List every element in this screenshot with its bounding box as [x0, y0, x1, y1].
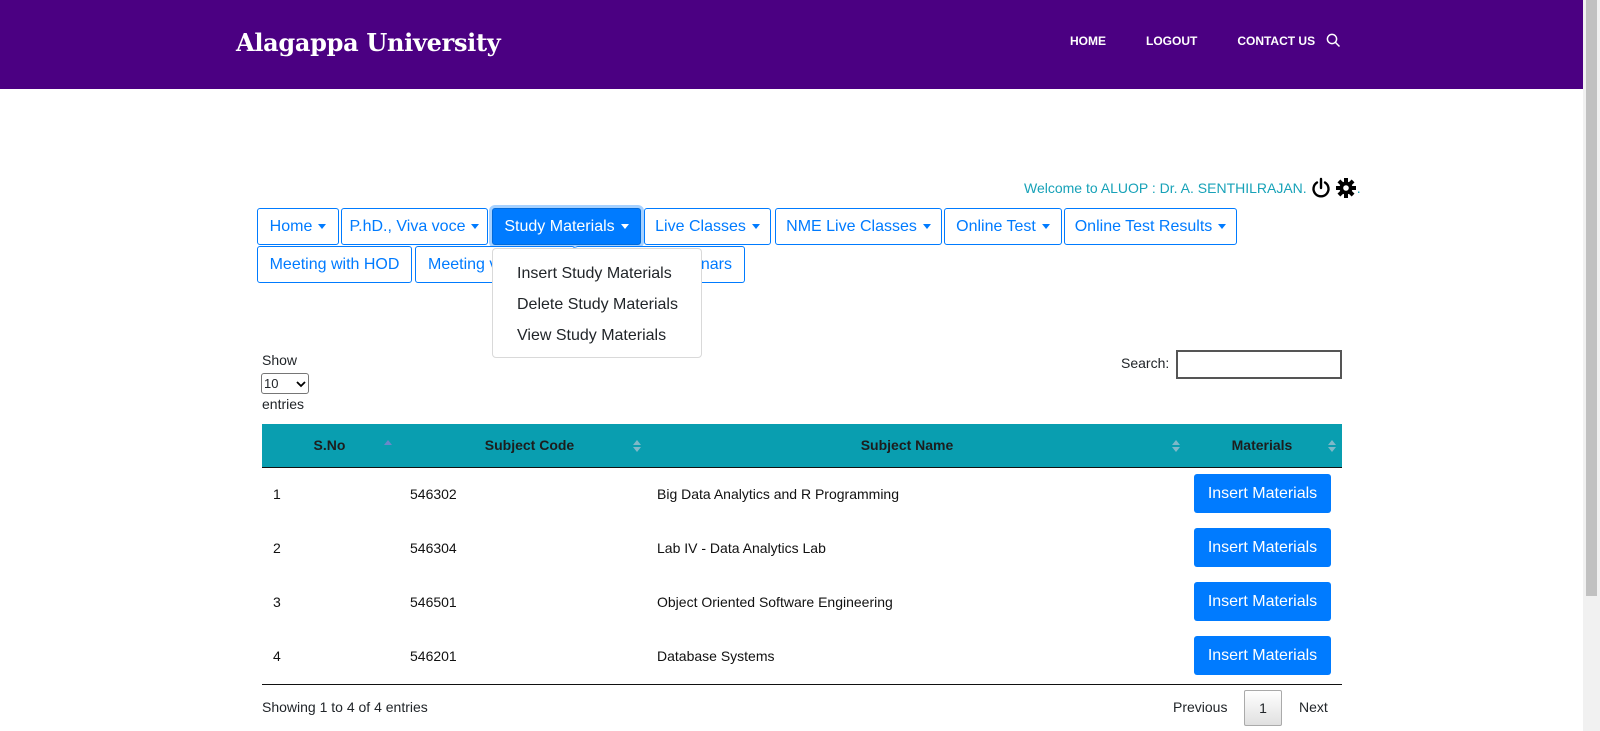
cell-subject-code: 546201	[410, 648, 457, 664]
show-label: Show	[262, 352, 298, 368]
menu-home-label: Home	[269, 217, 313, 235]
th-sno[interactable]: S.No	[262, 424, 397, 467]
page-scrollbar-thumb[interactable]	[1586, 0, 1597, 596]
welcome-text: Welcome to ALUOP : Dr. A. SENTHILRAJAN.	[1024, 180, 1307, 196]
menu-study-materials-label: Study Materials	[504, 217, 615, 235]
nav-logout[interactable]: LOGOUT	[1146, 33, 1197, 49]
table-search-input[interactable]	[1176, 350, 1342, 379]
welcome-bar: Welcome to ALUOP : Dr. A. SENTHILRAJAN. …	[1024, 177, 1361, 199]
cell-subject-name: Database Systems	[657, 648, 775, 664]
insert-materials-button[interactable]: Insert Materials	[1194, 528, 1331, 567]
menu-online-test-label: Online Test	[956, 217, 1036, 235]
sort-icon[interactable]	[633, 440, 641, 452]
dropdown-delete-study-materials[interactable]: Delete Study Materials	[493, 289, 701, 320]
cell-sno: 3	[273, 594, 281, 610]
welcome-trailing-dot: .	[1356, 180, 1361, 196]
menu-home-button[interactable]: Home	[257, 208, 339, 245]
menu-meeting-label: Meeting v	[428, 255, 498, 273]
caret-down-icon	[471, 224, 480, 229]
table-row: 2 546304 Lab IV - Data Analytics Lab Ins…	[262, 521, 1342, 575]
menu-online-test-button[interactable]: Online Test	[944, 208, 1062, 245]
entries-length-value: 10	[264, 376, 279, 391]
menu-phd-viva-label: P.hD., Viva voce	[349, 217, 466, 235]
site-brand[interactable]: Alagappa University	[236, 28, 501, 57]
insert-materials-button[interactable]: Insert Materials	[1194, 474, 1331, 513]
chevron-down-icon	[296, 380, 306, 387]
sort-icon[interactable]	[1172, 440, 1180, 452]
sort-icon[interactable]	[1328, 440, 1336, 452]
cell-subject-name: Lab IV - Data Analytics Lab	[657, 540, 826, 556]
menu-nme-live-classes-button[interactable]: NME Live Classes	[775, 208, 942, 245]
table-info: Showing 1 to 4 of 4 entries	[262, 699, 428, 715]
cell-subject-code: 546501	[410, 594, 457, 610]
insert-materials-button[interactable]: Insert Materials	[1194, 636, 1331, 675]
table-row: 4 546201 Database Systems Insert Materia…	[262, 629, 1342, 683]
cell-sno: 1	[273, 486, 281, 502]
caret-down-icon	[1041, 224, 1050, 229]
menu-nme-live-classes-label: NME Live Classes	[786, 217, 917, 235]
entries-length-select[interactable]: 10	[261, 373, 309, 394]
entries-label: entries	[262, 396, 305, 412]
caret-down-icon	[751, 224, 760, 229]
search-label: Search:	[1121, 355, 1170, 371]
cell-subject-name: Object Oriented Software Engineering	[657, 594, 893, 610]
caret-down-icon	[1218, 224, 1227, 229]
nav-home[interactable]: HOME	[1070, 33, 1106, 49]
menu-phd-viva-button[interactable]: P.hD., Viva voce	[341, 208, 488, 245]
search-icon[interactable]	[1326, 33, 1342, 49]
table-header: S.No Subject Code Subject Name Materials	[262, 424, 1342, 468]
top-header: Alagappa University HOME LOGOUT CONTACT …	[0, 0, 1583, 89]
menu-webinars-label: nars	[700, 255, 732, 273]
study-materials-dropdown: Insert Study Materials Delete Study Mate…	[492, 248, 702, 358]
pagination-page-1[interactable]: 1	[1244, 690, 1282, 726]
nav-contact-us[interactable]: CONTACT US	[1237, 33, 1315, 49]
th-materials[interactable]: Materials	[1187, 424, 1337, 467]
pagination-next[interactable]: Next	[1299, 699, 1328, 715]
menu-online-test-results-button[interactable]: Online Test Results	[1064, 208, 1237, 245]
th-subject-name[interactable]: Subject Name	[647, 424, 1167, 467]
table-bottom-border	[262, 684, 1342, 685]
cell-subject-name: Big Data Analytics and R Programming	[657, 486, 899, 502]
table-row: 3 546501 Object Oriented Software Engine…	[262, 575, 1342, 629]
dropdown-insert-study-materials[interactable]: Insert Study Materials	[493, 258, 701, 289]
table-row: 1 546302 Big Data Analytics and R Progra…	[262, 467, 1342, 521]
cell-subject-code: 546304	[410, 540, 457, 556]
dropdown-view-study-materials[interactable]: View Study Materials	[493, 320, 701, 351]
caret-down-icon	[922, 224, 931, 229]
pagination-previous[interactable]: Previous	[1173, 699, 1227, 715]
cell-subject-code: 546302	[410, 486, 457, 502]
cell-sno: 4	[273, 648, 281, 664]
top-nav: HOME LOGOUT CONTACT US	[1070, 33, 1339, 49]
th-subject-code[interactable]: Subject Code	[402, 424, 657, 467]
sort-asc-icon[interactable]	[384, 440, 392, 452]
menu-online-test-results-label: Online Test Results	[1074, 217, 1213, 235]
gear-icon[interactable]	[1335, 177, 1357, 199]
menu-meeting-hod-label: Meeting with HOD	[269, 255, 400, 273]
caret-down-icon	[620, 224, 629, 229]
cell-sno: 2	[273, 540, 281, 556]
caret-down-icon	[318, 224, 327, 229]
menu-study-materials-button[interactable]: Study Materials	[492, 208, 641, 245]
insert-materials-button[interactable]: Insert Materials	[1194, 582, 1331, 621]
menu-live-classes-button[interactable]: Live Classes	[644, 208, 771, 245]
menu-live-classes-label: Live Classes	[655, 217, 746, 235]
power-icon[interactable]	[1310, 177, 1332, 199]
menu-meeting-hod-button[interactable]: Meeting with HOD	[257, 246, 412, 283]
